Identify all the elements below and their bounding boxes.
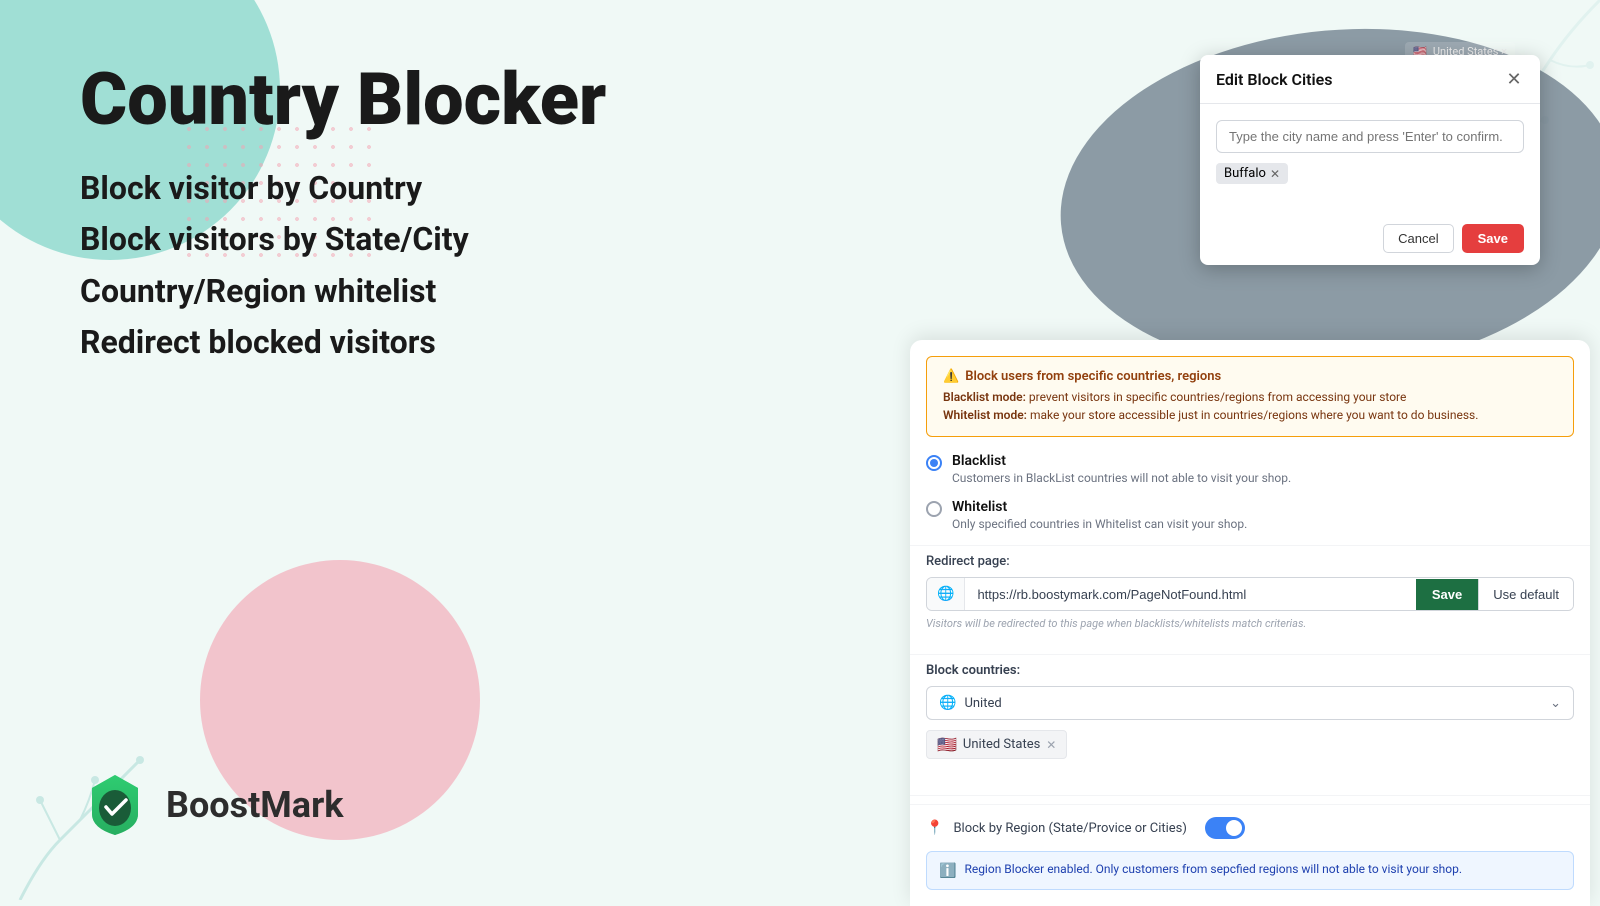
whitelist-option-content: Whitelist Only specified countries in Wh… xyxy=(952,499,1247,531)
feature-item-3: Country/Region whitelist xyxy=(80,266,730,317)
blocked-countries-tags: 🇺🇸 United States ✕ xyxy=(926,730,1574,759)
city-tags-row: Buffalo ✕ xyxy=(1216,163,1524,184)
us-flag-icon: 🇺🇸 xyxy=(937,735,957,754)
divider-2 xyxy=(910,654,1590,655)
blacklist-option[interactable]: Blacklist Customers in BlackList countri… xyxy=(926,453,1574,485)
redirect-label: Redirect page: xyxy=(926,554,1574,569)
city-name-input[interactable] xyxy=(1216,120,1524,153)
radio-section: Blacklist Customers in BlackList countri… xyxy=(910,453,1590,531)
divider-3 xyxy=(910,795,1590,796)
warning-blacklist-row: Blacklist mode: prevent visitors in spec… xyxy=(943,388,1557,406)
blacklist-option-content: Blacklist Customers in BlackList countri… xyxy=(952,453,1291,485)
warning-title: ⚠️ Block users from specific countries, … xyxy=(943,369,1557,384)
warning-whitelist-row: Whitelist mode: make your store accessib… xyxy=(943,406,1557,424)
dialog-body: Buffalo ✕ xyxy=(1200,104,1540,212)
region-toggle-section: 📍 Block by Region (State/Provice or Citi… xyxy=(910,804,1590,851)
us-tag-remove-button[interactable]: ✕ xyxy=(1046,738,1056,752)
info-banner: ℹ️ Region Blocker enabled. Only customer… xyxy=(926,851,1574,890)
buffalo-tag: Buffalo ✕ xyxy=(1216,163,1288,184)
blacklist-label: Blacklist xyxy=(952,453,1291,469)
country-search-value: United xyxy=(964,696,1001,711)
redirect-save-button[interactable]: Save xyxy=(1416,579,1478,610)
block-countries-section: Block countries: 🌐 United ⌄ 🇺🇸 United St… xyxy=(910,663,1590,787)
us-country-name: United States xyxy=(963,737,1040,752)
search-globe-icon: 🌐 xyxy=(939,695,956,711)
redirect-section: Redirect page: 🌐 Save Use default Visito… xyxy=(910,554,1590,646)
feature-list: Block visitor by Country Block visitors … xyxy=(80,163,730,368)
app-title: Country Blocker xyxy=(80,60,730,139)
logo-text: BoostMark xyxy=(166,784,344,826)
dialog-footer: Cancel Save xyxy=(1200,212,1540,265)
info-banner-text: Region Blocker enabled. Only customers f… xyxy=(964,862,1462,876)
feature-item-4: Redirect blocked visitors xyxy=(80,317,730,368)
whitelist-desc: Only specified countries in Whitelist ca… xyxy=(952,517,1247,531)
whitelist-radio[interactable] xyxy=(926,501,942,517)
globe-icon: 🌐 xyxy=(927,578,965,610)
blacklist-radio[interactable] xyxy=(926,455,942,471)
dropdown-arrow-icon: ⌄ xyxy=(1550,696,1561,711)
region-toggle-switch[interactable] xyxy=(1205,817,1245,839)
redirect-hint: Visitors will be redirected to this page… xyxy=(926,617,1574,630)
info-icon: ℹ️ xyxy=(939,863,956,879)
use-default-button[interactable]: Use default xyxy=(1478,579,1573,610)
warning-banner: ⚠️ Block users from specific countries, … xyxy=(926,356,1574,437)
edit-block-cities-dialog: Edit Block Cities ✕ Buffalo ✕ Cancel Sav… xyxy=(1200,55,1540,265)
region-toggle-label: Block by Region (State/Provice or Cities… xyxy=(953,821,1186,836)
dialog-save-button[interactable]: Save xyxy=(1462,224,1524,253)
right-panel: 🇺🇸 United States × Block by Region (Stat… xyxy=(900,0,1600,900)
left-panel: Country Blocker Block visitor by Country… xyxy=(80,60,730,408)
blacklist-desc: Customers in BlackList countries will no… xyxy=(952,471,1291,485)
redirect-url-input[interactable] xyxy=(965,579,1415,610)
us-country-tag: 🇺🇸 United States ✕ xyxy=(926,730,1067,759)
dialog-close-button[interactable]: ✕ xyxy=(1504,69,1524,89)
whitelist-label: Whitelist xyxy=(952,499,1247,515)
main-ui-panel: ⚠️ Block users from specific countries, … xyxy=(910,340,1590,906)
block-countries-label: Block countries: xyxy=(926,663,1574,678)
dialog-title: Edit Block Cities xyxy=(1216,70,1333,89)
feature-item-1: Block visitor by Country xyxy=(80,163,730,214)
boostmark-logo-icon xyxy=(80,770,150,840)
whitelist-option[interactable]: Whitelist Only specified countries in Wh… xyxy=(926,499,1574,531)
feature-item-2: Block visitors by State/City xyxy=(80,214,730,265)
url-input-row: 🌐 Save Use default xyxy=(926,577,1574,611)
warning-icon: ⚠️ xyxy=(943,369,959,384)
buffalo-tag-remove[interactable]: ✕ xyxy=(1270,167,1280,181)
divider-1 xyxy=(910,545,1590,546)
pin-icon: 📍 xyxy=(926,820,943,836)
country-search-dropdown[interactable]: 🌐 United ⌄ xyxy=(926,686,1574,720)
dialog-cancel-button[interactable]: Cancel xyxy=(1383,224,1453,253)
logo-area: BoostMark xyxy=(80,770,344,840)
dialog-header: Edit Block Cities ✕ xyxy=(1200,55,1540,104)
